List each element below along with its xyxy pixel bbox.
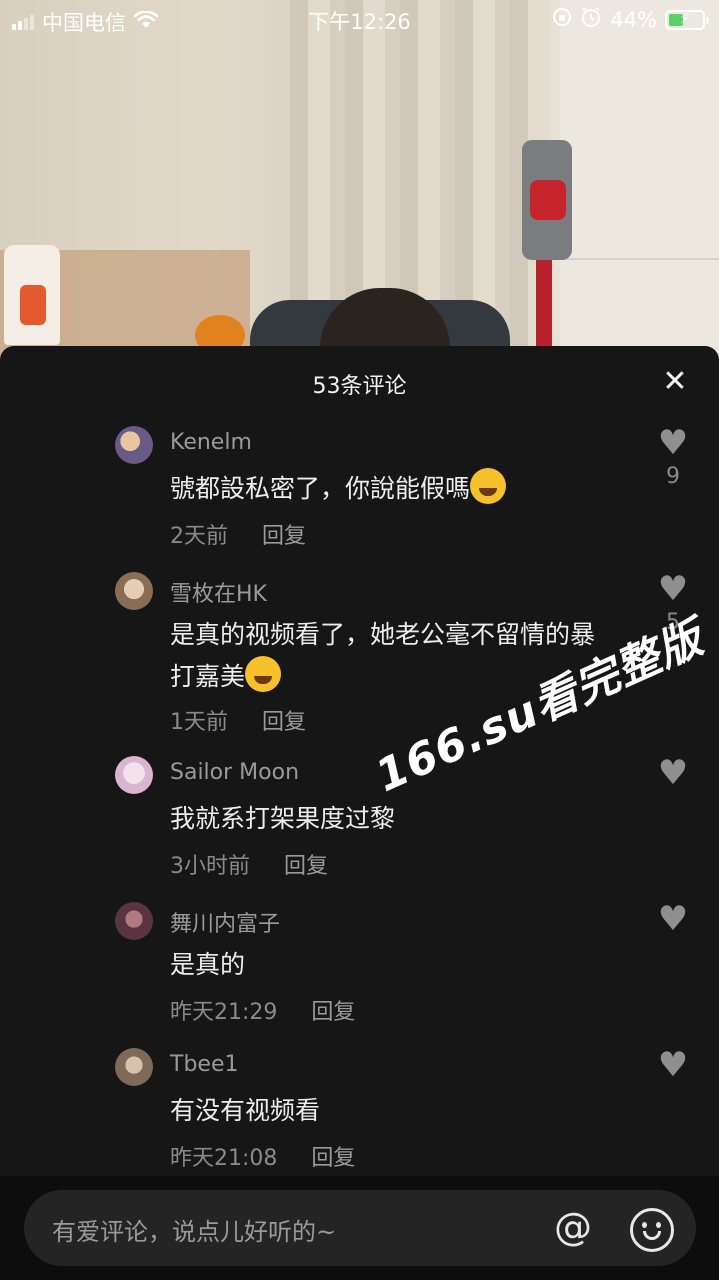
comment-text-content: 有没有视频看 <box>170 1096 321 1125</box>
reply-button[interactable]: 回复 <box>262 710 306 735</box>
heart-icon[interactable]: ♥ <box>650 1048 696 1082</box>
comment-text: 有没有视频看 <box>170 1090 630 1132</box>
battery-icon: ⚡ <box>665 8 709 30</box>
wall <box>560 0 719 360</box>
video-background[interactable] <box>0 0 719 360</box>
like-button[interactable]: ♥ <box>650 902 696 940</box>
emoji-smile-icon[interactable] <box>630 1208 674 1252</box>
heart-icon[interactable]: ♥ <box>650 572 696 606</box>
like-button[interactable]: ♥ <box>650 1048 696 1086</box>
comments-panel: 53条评论 ✕ Kenelm 號都設私密了，你說能假嗎 2天前 回复 ♥ 9 雪枚… <box>0 346 719 1280</box>
comments-count-title: 53条评论 <box>312 374 407 399</box>
heart-icon[interactable]: ♥ <box>650 756 696 790</box>
avatar[interactable] <box>115 902 153 940</box>
bag-item <box>20 285 46 325</box>
reply-button[interactable]: 回复 <box>262 524 306 549</box>
comment-meta: 3小时前 回复 <box>170 848 328 880</box>
vacuum-canister <box>530 180 566 220</box>
comment-text-content: 是真的 <box>170 950 246 979</box>
close-icon[interactable]: ✕ <box>659 366 691 398</box>
like-button[interactable]: ♥ <box>650 756 696 794</box>
comment-text: 是真的 <box>170 944 630 986</box>
comment-meta: 昨天21:29 回复 <box>170 994 355 1026</box>
heart-icon[interactable]: ♥ <box>650 426 696 460</box>
comment-meta: 2天前 回复 <box>170 518 306 550</box>
comment-time: 昨天21:29 <box>170 1000 278 1025</box>
comment-username[interactable]: Sailor Moon <box>170 760 299 785</box>
battery-percent: 44% <box>610 7 657 32</box>
heart-icon[interactable]: ♥ <box>650 902 696 936</box>
avatar[interactable] <box>115 426 153 464</box>
pleading-face-emoji-icon <box>245 656 282 692</box>
comment-text: 我就系打架果度过黎 <box>170 798 630 840</box>
reply-button[interactable]: 回复 <box>284 854 328 879</box>
avatar[interactable] <box>115 756 153 794</box>
tile-line <box>560 258 719 260</box>
comment-meta: 昨天21:08 回复 <box>170 1140 355 1172</box>
like-button[interactable]: ♥ 9 <box>650 426 696 489</box>
comment-time: 昨天21:08 <box>170 1146 278 1171</box>
reply-button[interactable]: 回复 <box>311 1146 355 1171</box>
vacuum-pole <box>536 260 552 360</box>
like-count: 9 <box>666 464 680 489</box>
charging-icon: ⚡ <box>679 8 691 27</box>
rolling-laughing-emoji-icon <box>470 468 507 504</box>
comment-text: 號都設私密了，你說能假嗎 <box>170 468 630 510</box>
avatar[interactable] <box>115 1048 153 1086</box>
comment-username[interactable]: Kenelm <box>170 430 252 455</box>
comment-input[interactable]: 有爱评论，说点儿好听的~ @ <box>24 1190 696 1266</box>
status-bar: 中国电信 下午12:26 44% ⚡ <box>0 0 719 40</box>
comment-username[interactable]: 雪枚在HK <box>170 576 267 608</box>
comment-username[interactable]: Tbee1 <box>170 1052 238 1077</box>
comment-meta: 1天前 回复 <box>170 704 306 736</box>
comment-username[interactable]: 舞川内富子 <box>170 906 280 938</box>
alarm-icon <box>580 6 602 33</box>
comment-time: 1天前 <box>170 710 228 735</box>
rotation-lock-icon <box>552 7 572 32</box>
at-mention-icon[interactable]: @ <box>554 1204 592 1250</box>
comment-time: 3小时前 <box>170 854 250 879</box>
reply-button[interactable]: 回复 <box>311 1000 355 1025</box>
comment-text-content: 號都設私密了，你說能假嗎 <box>170 474 471 503</box>
comment-input-bar: 有爱评论，说点儿好听的~ @ <box>0 1176 719 1280</box>
comment-text-content: 我就系打架果度过黎 <box>170 804 396 833</box>
avatar[interactable] <box>115 572 153 610</box>
comment-input-placeholder: 有爱评论，说点儿好听的~ <box>52 1218 337 1246</box>
comment-time: 2天前 <box>170 524 228 549</box>
